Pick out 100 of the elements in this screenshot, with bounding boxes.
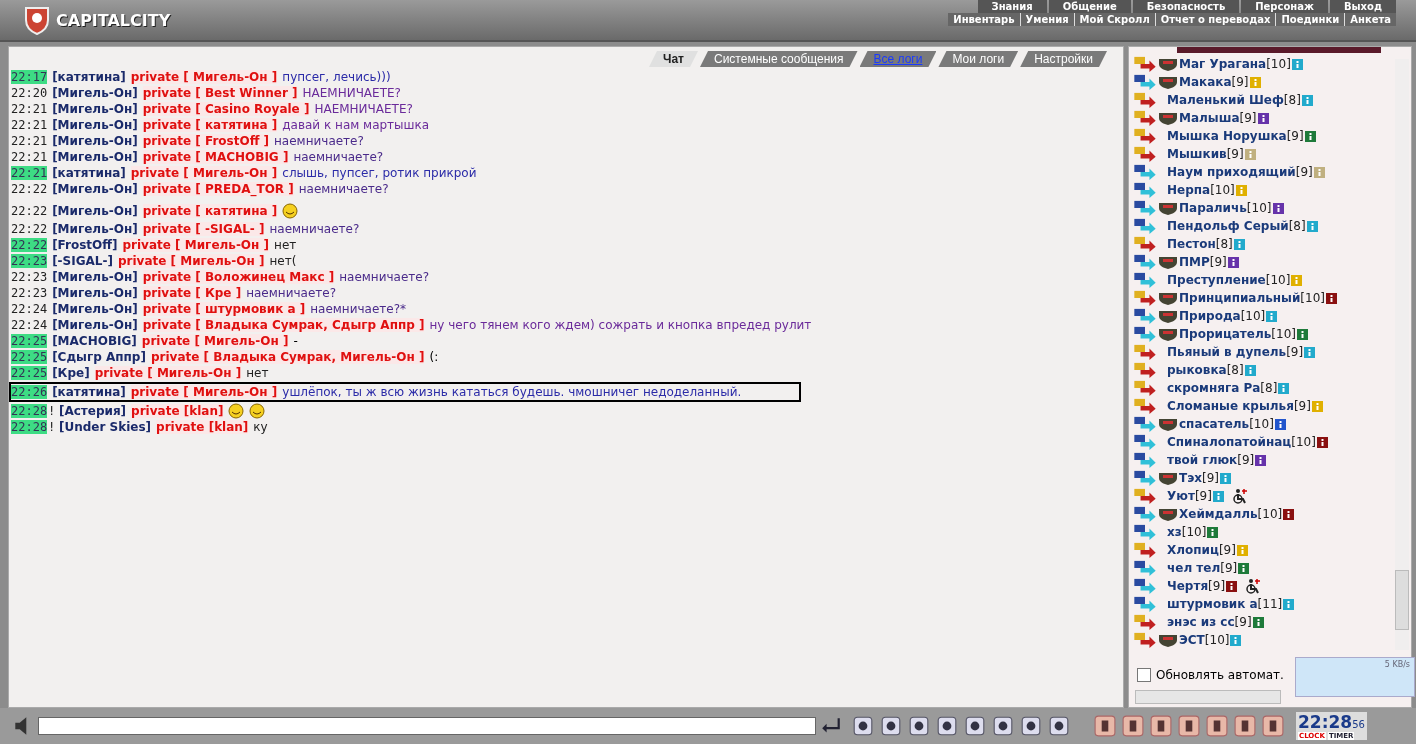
submenu-link[interactable]: Поединки xyxy=(1275,13,1345,26)
user-name[interactable]: хз xyxy=(1167,525,1182,539)
private-arrow-icon[interactable] xyxy=(1133,542,1157,558)
private-label[interactable]: private [ Владыка Сумрак, Мигель-Он ] xyxy=(150,350,425,364)
user-name[interactable]: ЭСТ xyxy=(1179,633,1205,647)
private-label[interactable]: private [ MACHOBIG ] xyxy=(142,150,289,164)
clan-emblem-icon[interactable] xyxy=(1157,57,1179,71)
sender-name[interactable]: [Сдыгр Аппр] xyxy=(52,350,146,364)
private-arrow-icon[interactable] xyxy=(1133,470,1157,486)
user-name[interactable]: энэс из сс xyxy=(1167,615,1235,629)
chat-tab[interactable]: Мои логи xyxy=(938,51,1019,67)
user-name[interactable]: спасатель xyxy=(1179,417,1250,431)
sender-name[interactable]: [катятина] xyxy=(52,166,126,180)
clan-emblem-icon[interactable] xyxy=(1157,633,1179,647)
private-arrow-icon[interactable] xyxy=(1133,164,1157,180)
info-icon[interactable] xyxy=(1207,526,1219,538)
private-arrow-icon[interactable] xyxy=(1133,254,1157,270)
user-name[interactable]: Маленький Шеф xyxy=(1167,93,1284,107)
private-label[interactable]: private [ FrostOff ] xyxy=(142,134,269,148)
user-name[interactable]: Малыша xyxy=(1179,111,1240,125)
sender-name[interactable]: [Мигель-Он] xyxy=(52,118,138,132)
user-name[interactable]: Хлопиц xyxy=(1167,543,1219,557)
submenu-link[interactable]: Отчет о переводах xyxy=(1154,13,1276,26)
info-icon[interactable] xyxy=(1283,508,1295,520)
private-label[interactable]: private [ Воложинец Макс ] xyxy=(142,270,335,284)
private-label[interactable]: private [ Кре ] xyxy=(142,286,242,300)
clan-emblem-icon[interactable] xyxy=(1157,417,1179,431)
private-arrow-icon[interactable] xyxy=(1133,560,1157,576)
checkbox[interactable] xyxy=(1137,668,1151,682)
private-arrow-icon[interactable] xyxy=(1133,182,1157,198)
info-icon[interactable] xyxy=(1257,112,1269,124)
private-label[interactable]: private [ Мигель-Он ] xyxy=(130,385,278,399)
clan-emblem-icon[interactable] xyxy=(1157,75,1179,89)
private-arrow-icon[interactable] xyxy=(1133,146,1157,162)
private-arrow-icon[interactable] xyxy=(1133,380,1157,396)
chat-tab[interactable]: Настройки xyxy=(1020,51,1107,67)
private-arrow-icon[interactable] xyxy=(1133,452,1157,468)
user-name[interactable]: Макака xyxy=(1179,75,1232,89)
user-name[interactable]: Нерпа xyxy=(1167,183,1211,197)
info-icon[interactable] xyxy=(1252,616,1264,628)
sender-name[interactable]: [Under Skies] xyxy=(58,420,152,434)
chat-tab[interactable]: Системные сообщения xyxy=(700,51,858,67)
private-arrow-icon[interactable] xyxy=(1133,308,1157,324)
private-label[interactable]: private [klan] xyxy=(156,420,249,434)
private-label[interactable]: private [ катятина ] xyxy=(142,118,278,132)
sender-name[interactable]: [Мигель-Он] xyxy=(52,102,138,116)
sender-name[interactable]: [MACHOBIG] xyxy=(52,334,137,348)
horizontal-scrollbar[interactable] xyxy=(1135,690,1281,704)
private-arrow-icon[interactable] xyxy=(1133,128,1157,144)
clan-emblem-icon[interactable] xyxy=(1157,111,1179,125)
sender-name[interactable]: [FrostOff] xyxy=(52,238,118,252)
submenu-link[interactable]: Умения xyxy=(1019,13,1074,26)
user-name[interactable]: Природа xyxy=(1179,309,1241,323)
private-arrow-icon[interactable] xyxy=(1133,362,1157,378)
user-name[interactable]: Пьяный в дупель xyxy=(1167,345,1287,359)
clan-emblem-icon[interactable] xyxy=(1157,201,1179,215)
private-label[interactable]: private [ Casino Royale ] xyxy=(142,102,310,116)
user-name[interactable]: Уют xyxy=(1167,489,1195,503)
sender-name[interactable]: [Мигель-Он] xyxy=(52,204,138,218)
user-name[interactable]: Спиналопатойнац xyxy=(1167,435,1292,449)
clan-emblem-icon[interactable] xyxy=(1157,255,1179,269)
user-name[interactable]: Пестон xyxy=(1167,237,1216,251)
private-label[interactable]: private [ PREDA_TOR ] xyxy=(142,182,294,196)
user-name[interactable]: Преступление xyxy=(1167,273,1266,287)
menu-item[interactable]: Выход xyxy=(1329,0,1396,13)
sender-name[interactable]: [-SIGAL-] xyxy=(52,254,113,268)
private-arrow-icon[interactable] xyxy=(1133,578,1157,594)
user-name[interactable]: Мышка Норушка xyxy=(1167,129,1287,143)
submenu-link[interactable]: Инвентарь xyxy=(948,13,1020,26)
info-icon[interactable] xyxy=(1226,580,1238,592)
private-arrow-icon[interactable] xyxy=(1133,416,1157,432)
sender-name[interactable]: [Мигель-Он] xyxy=(52,222,138,236)
private-label[interactable]: private [klan] xyxy=(131,404,224,418)
private-arrow-icon[interactable] xyxy=(1133,344,1157,360)
private-label[interactable]: private [ Мигель-Он ] xyxy=(117,254,265,268)
info-icon[interactable] xyxy=(1326,292,1337,304)
sender-name[interactable]: [Мигель-Он] xyxy=(52,286,138,300)
user-name[interactable]: Сломаные крылья xyxy=(1167,399,1294,413)
user-name[interactable]: Хеймдалль xyxy=(1179,507,1258,521)
private-label[interactable]: private [ Мигель-Он ] xyxy=(130,70,278,84)
private-arrow-icon[interactable] xyxy=(1133,290,1157,306)
private-arrow-icon[interactable] xyxy=(1133,632,1157,648)
sender-name[interactable]: [Мигель-Он] xyxy=(52,134,138,148)
user-name[interactable]: штурмовик а xyxy=(1167,597,1258,611)
private-label[interactable]: private [ Best Winner ] xyxy=(142,86,298,100)
private-label[interactable]: private [ Мигель-Он ] xyxy=(141,334,289,348)
sender-name[interactable]: [Мигель-Он] xyxy=(52,270,138,284)
sender-name[interactable]: [катятина] xyxy=(52,70,126,84)
private-arrow-icon[interactable] xyxy=(1133,56,1157,72)
sender-name[interactable]: [Кре] xyxy=(52,366,90,380)
user-name[interactable]: Прорицатель xyxy=(1179,327,1272,341)
user-name[interactable]: Параличь xyxy=(1179,201,1247,215)
user-name[interactable]: Мышкив xyxy=(1167,147,1227,161)
info-icon[interactable] xyxy=(1227,256,1239,268)
private-label[interactable]: private [ Мигель-Он ] xyxy=(130,166,278,180)
private-label[interactable]: private [ штурмовик а ] xyxy=(142,302,306,316)
private-label[interactable]: private [ Мигель-Он ] xyxy=(122,238,270,252)
sender-name[interactable]: [Мигель-Он] xyxy=(52,86,138,100)
private-label[interactable]: private [ -SIGAL- ] xyxy=(142,222,265,236)
info-icon[interactable] xyxy=(1255,454,1267,466)
